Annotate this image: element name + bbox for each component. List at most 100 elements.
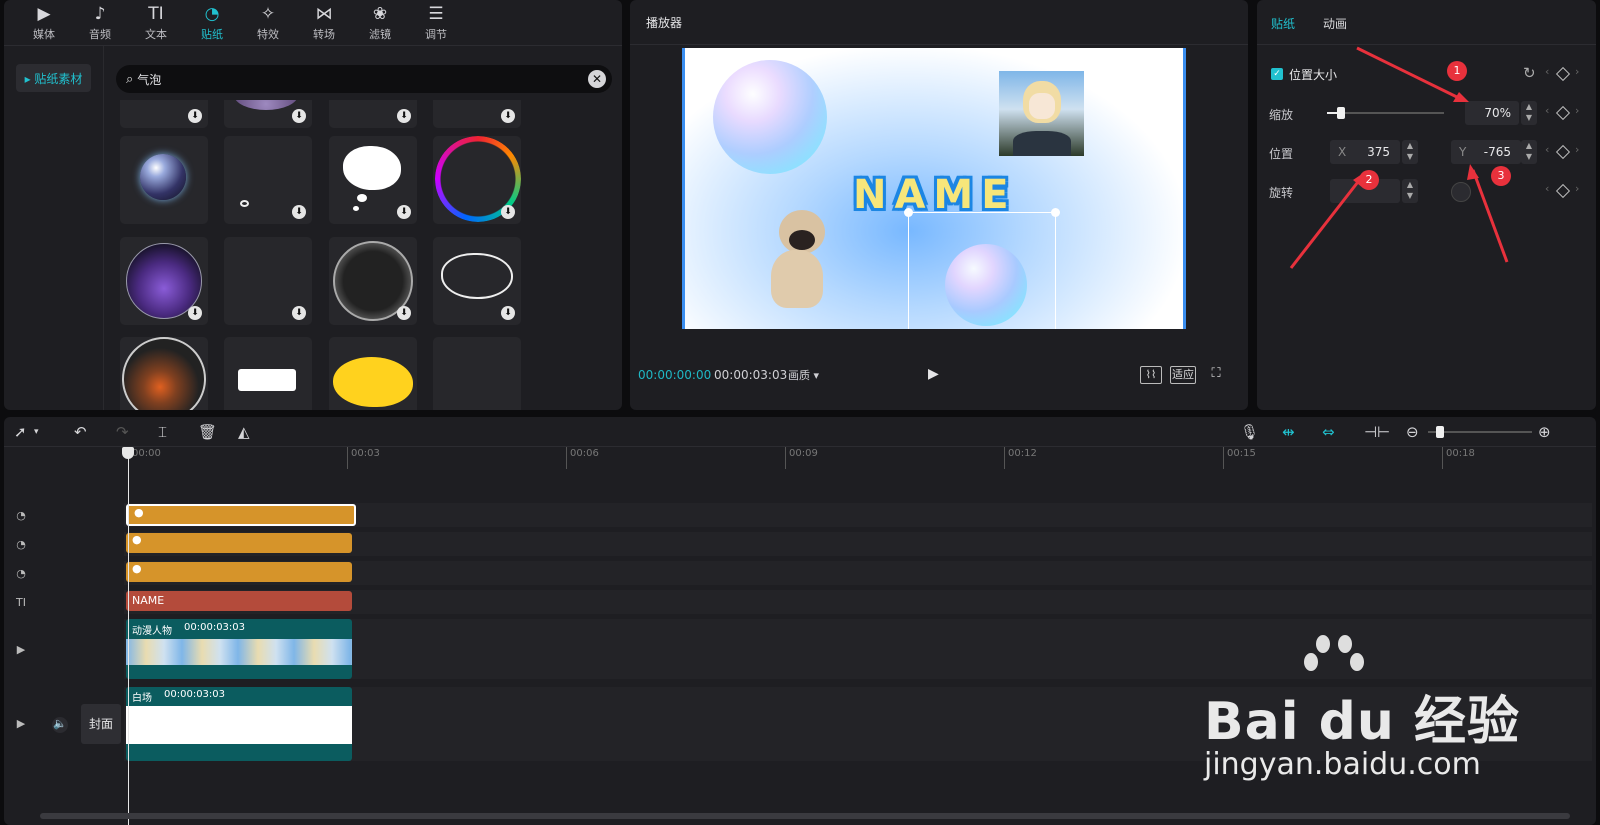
sticker-item[interactable]: ⬇: [329, 100, 417, 128]
fit-button[interactable]: 适应: [1170, 366, 1196, 384]
undo-icon[interactable]: ↶: [74, 423, 87, 441]
timeline-toolbar: ➚ ▾ ↶ ↷ ⌶ 🗑 ◭ 🎙 ⇹ ⇔ ⊣⊢ ⊖ ⊕: [4, 417, 1596, 447]
tab-audio[interactable]: ♪ 音频: [72, 0, 128, 46]
zoom-in-icon[interactable]: ⊕: [1538, 423, 1551, 441]
character-face: [1029, 93, 1055, 119]
anime-character-image[interactable]: [999, 71, 1084, 156]
sticker-clip[interactable]: ●: [126, 562, 352, 582]
clear-search-icon[interactable]: ✕: [588, 70, 606, 88]
split-icon[interactable]: ⌶: [158, 423, 167, 441]
download-icon[interactable]: ⬇: [501, 306, 515, 320]
bubble-sticker-large[interactable]: [713, 60, 827, 174]
redo-icon[interactable]: ↷: [116, 423, 129, 441]
sticker-item[interactable]: ⬇: [433, 136, 521, 224]
sticker-item[interactable]: ⬇: [120, 237, 208, 325]
select-tool-icon[interactable]: ➚: [14, 423, 27, 441]
resize-handle[interactable]: [904, 208, 913, 217]
link-icon[interactable]: ⇔: [1322, 423, 1335, 441]
zoom-slider-handle[interactable]: [1436, 426, 1444, 438]
download-icon[interactable]: ⬇: [292, 205, 306, 219]
download-icon[interactable]: ⬇: [397, 306, 411, 320]
sticker-item[interactable]: ⬇: [224, 100, 312, 128]
chevron-down-icon[interactable]: ▾: [34, 427, 39, 437]
annotation-badge-1: 1: [1447, 61, 1467, 81]
sticker-item[interactable]: [433, 337, 521, 410]
video-clip[interactable]: 动漫人物 00:00:03:03: [126, 619, 352, 679]
download-icon[interactable]: ⬇: [292, 306, 306, 320]
tab-sticker[interactable]: ◔ 贴纸: [184, 0, 240, 46]
properties-panel: 贴纸 动画 ✓ 位置大小 ↻ ‹ › 缩放 70% ▲ ▼ ‹ › 位置 X 37…: [1257, 0, 1596, 410]
watermark-url: jingyan.baidu.com: [1204, 747, 1481, 782]
total-time: 00:00:03:03: [714, 368, 788, 382]
download-icon[interactable]: ⬇: [188, 109, 202, 123]
microphone-icon[interactable]: 🎙: [1240, 423, 1259, 441]
quality-dropdown[interactable]: 画质 ▾: [788, 367, 819, 383]
preview-canvas[interactable]: NAME: [682, 48, 1186, 329]
sticker-item[interactable]: [329, 337, 417, 410]
tab-effects[interactable]: ✧ 特效: [240, 0, 296, 46]
download-icon[interactable]: ⬇: [292, 109, 306, 123]
preview-axis-icon[interactable]: ⊣⊢: [1364, 423, 1390, 441]
text-icon: TI: [148, 4, 164, 24]
resize-handle[interactable]: [1051, 208, 1060, 217]
sticker-item[interactable]: ⬇: [224, 136, 312, 224]
delete-icon[interactable]: 🗑: [198, 423, 217, 441]
waveform-icon[interactable]: ⌇⌇: [1140, 366, 1162, 384]
download-icon[interactable]: ⬇: [188, 306, 202, 320]
tab-filter[interactable]: ❀ 滤镜: [352, 0, 408, 46]
ruler-tick: 00:03: [347, 447, 380, 469]
tab-text[interactable]: TI 文本: [128, 0, 184, 46]
text-track-icon: TI: [16, 596, 26, 609]
mute-icon[interactable]: 🔈: [52, 717, 68, 733]
download-icon[interactable]: ⬇: [501, 109, 515, 123]
thought-dot: [357, 194, 367, 202]
text-clip[interactable]: NAME: [126, 591, 352, 611]
white-bg-clip[interactable]: 白场 00:00:03:03: [126, 687, 352, 761]
sticker-item[interactable]: ⬇: [120, 100, 208, 128]
download-icon[interactable]: ⬇: [501, 205, 515, 219]
horizontal-scrollbar[interactable]: [40, 813, 1570, 819]
sticker-clip[interactable]: ●: [126, 533, 352, 553]
bubble-sticker-selected[interactable]: [945, 244, 1027, 326]
sticker-item[interactable]: [120, 337, 208, 410]
sticker-item[interactable]: ⬇: [329, 237, 417, 325]
ruler-tick: 00:18: [1442, 447, 1475, 469]
snap-icon[interactable]: ⇹: [1282, 423, 1295, 441]
tab-adjust[interactable]: ☰ 调节: [408, 0, 464, 46]
video-thumbnails: [126, 639, 352, 665]
ruler-tick: 00:09: [785, 447, 818, 469]
zoom-slider[interactable]: [1428, 426, 1532, 438]
download-icon[interactable]: ⬇: [397, 205, 411, 219]
search-value[interactable]: 气泡: [137, 71, 161, 88]
fullscreen-icon[interactable]: ⛶: [1208, 366, 1224, 384]
flower-bubble-sticker: [122, 337, 206, 410]
sticker-item[interactable]: [224, 337, 312, 410]
sticker-item[interactable]: ⬇: [224, 237, 312, 325]
white-thumbnail: [126, 706, 352, 744]
thought-bubble-sticker: [343, 146, 401, 190]
tab-transition[interactable]: ⋈ 转场: [296, 0, 352, 46]
paw-toe: [1316, 635, 1330, 653]
pug-sticker[interactable]: [761, 210, 831, 310]
mirror-icon[interactable]: ◭: [238, 423, 250, 441]
sticker-item[interactable]: ⬇: [433, 100, 521, 128]
tab-label: 音频: [89, 28, 111, 41]
pug-muzzle: [789, 230, 815, 250]
bubble-sticker: [140, 154, 186, 200]
search-input[interactable]: ⌕ 气泡 ✕: [116, 65, 612, 93]
zoom-out-icon[interactable]: ⊖: [1406, 423, 1419, 441]
sticker-grid: ⬇ ⬇ ⬇ ⬇ ⬇ ⬇ ⬇ ⬇ ⬇ ⬇ ⬇: [120, 100, 620, 410]
tab-label: 特效: [257, 28, 279, 41]
cover-button[interactable]: 封面: [81, 704, 121, 744]
download-icon[interactable]: ⬇: [397, 109, 411, 123]
tab-media[interactable]: ▶ 媒体: [16, 0, 72, 46]
sticker-item[interactable]: ⬇: [329, 136, 417, 224]
sticker-clip[interactable]: ●: [126, 504, 356, 526]
playhead[interactable]: [128, 449, 129, 825]
play-icon[interactable]: ▶: [928, 366, 939, 382]
sticker-track-icon: ◔: [16, 567, 26, 580]
timeline-ruler[interactable]: 00:00 00:03 00:06 00:09 00:12 00:15 00:18: [124, 447, 1596, 469]
sidebar-item-sticker-material[interactable]: ▸ 贴纸素材: [16, 64, 91, 92]
sticker-item[interactable]: [120, 136, 208, 224]
sticker-item[interactable]: ⬇: [433, 237, 521, 325]
